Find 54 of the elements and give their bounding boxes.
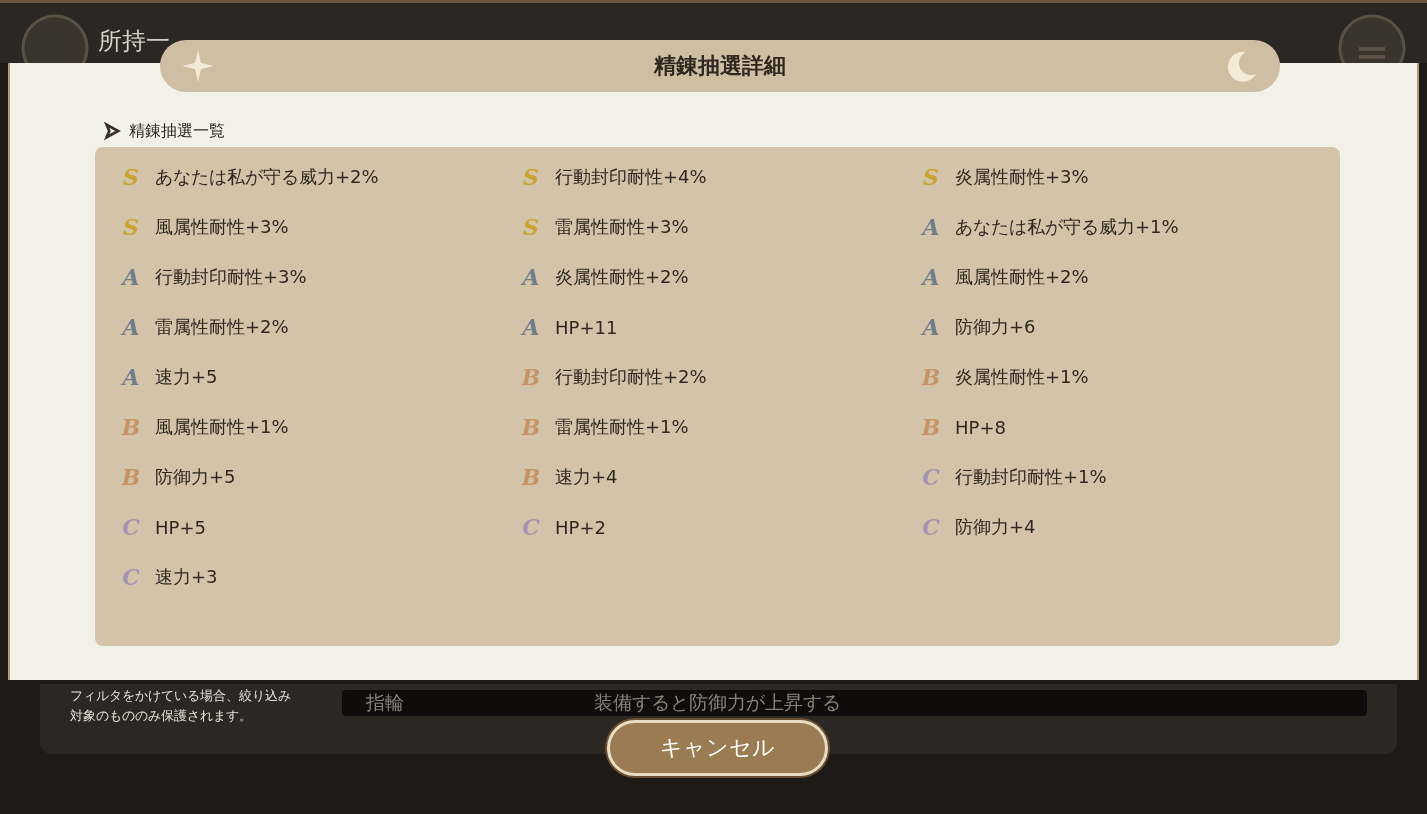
effect-text: 雷属性耐性+3% bbox=[555, 215, 689, 239]
rank-letter: B bbox=[120, 464, 142, 490]
rank-letter: A bbox=[520, 264, 541, 290]
effect-text: 行動封印耐性+1% bbox=[955, 465, 1107, 489]
effect-text: HP+2 bbox=[555, 516, 606, 538]
effect-text: 行動封印耐性+4% bbox=[555, 165, 707, 189]
item-row[interactable]: 指輪 装備すると防御力が上昇する bbox=[342, 690, 1367, 716]
rank-letter: S bbox=[522, 214, 540, 240]
effect-text: 雷属性耐性+1% bbox=[555, 415, 689, 439]
effect-text: 炎属性耐性+3% bbox=[955, 165, 1089, 189]
help-text: フィルタをかけている場合、絞り込み対象のもののみ保護されます。 bbox=[70, 687, 292, 725]
rank-letter: B bbox=[920, 364, 942, 390]
effect-text: HP+11 bbox=[555, 316, 618, 338]
rank-letter: B bbox=[520, 364, 542, 390]
rank-letter: A bbox=[120, 314, 141, 340]
rank-letter: A bbox=[120, 264, 141, 290]
effect-text: あなたは私が守る威力+2% bbox=[155, 165, 379, 189]
item-description: 装備すると防御力が上昇する bbox=[594, 690, 841, 715]
effect-text: 炎属性耐性+2% bbox=[555, 265, 689, 289]
rank-letter: S bbox=[522, 164, 540, 190]
effect-text: あなたは私が守る威力+1% bbox=[955, 215, 1179, 239]
rank-letter: A bbox=[120, 364, 141, 390]
item-name: 指輪 bbox=[366, 690, 404, 715]
effect-text: 行動封印耐性+2% bbox=[555, 365, 707, 389]
effect-text: 防御力+6 bbox=[955, 315, 1036, 339]
effect-text: 速力+5 bbox=[155, 365, 218, 389]
effect-text: 風属性耐性+2% bbox=[955, 265, 1089, 289]
effect-text: HP+8 bbox=[955, 416, 1006, 438]
cancel-button[interactable]: キャンセル bbox=[607, 720, 828, 776]
dialog-title: 精錬抽選詳細 bbox=[654, 52, 786, 80]
rank-letter: B bbox=[520, 464, 542, 490]
effect-text: 防御力+4 bbox=[955, 515, 1036, 539]
menu-icon[interactable] bbox=[1337, 13, 1407, 63]
effect-text: 速力+4 bbox=[555, 465, 618, 489]
screen-title: 所持一 bbox=[98, 26, 170, 57]
effect-text: 炎属性耐性+1% bbox=[955, 365, 1089, 389]
effect-text: 速力+3 bbox=[155, 565, 218, 589]
effect-text: 雷属性耐性+2% bbox=[155, 315, 289, 339]
rank-letter: B bbox=[120, 414, 142, 440]
effect-text: 風属性耐性+1% bbox=[155, 415, 289, 439]
rank-letter: S bbox=[122, 164, 140, 190]
rank-letter: B bbox=[520, 414, 542, 440]
rank-letter: A bbox=[920, 214, 941, 240]
effect-text: HP+5 bbox=[155, 516, 206, 538]
effect-text: 防御力+5 bbox=[155, 465, 236, 489]
rank-letter: A bbox=[920, 264, 941, 290]
effect-text: 行動封印耐性+3% bbox=[155, 265, 307, 289]
rank-letter: A bbox=[520, 314, 541, 340]
rank-letter: S bbox=[122, 214, 140, 240]
rank-letter: A bbox=[920, 314, 941, 340]
rank-letter: B bbox=[920, 414, 942, 440]
rank-letter: S bbox=[922, 164, 940, 190]
effect-text: 風属性耐性+3% bbox=[155, 215, 289, 239]
section-heading: 精錬抽選一覧 bbox=[129, 120, 225, 142]
